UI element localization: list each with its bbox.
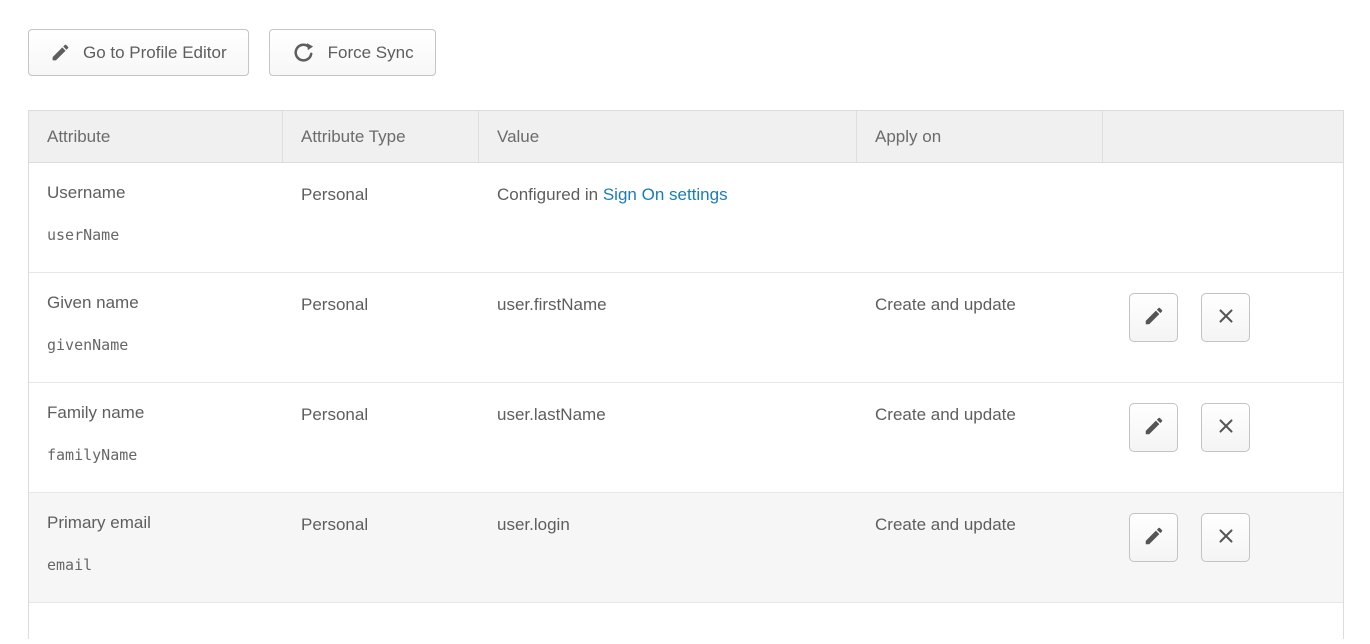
table-header-row: Attribute Attribute Type Value Apply on bbox=[29, 111, 1343, 163]
actions-cell bbox=[1103, 383, 1343, 492]
pencil-icon bbox=[1143, 525, 1165, 550]
table-row: Family name familyName Personal user.las… bbox=[29, 383, 1343, 493]
table-row: Given name givenName Personal user.first… bbox=[29, 273, 1343, 383]
column-header-attribute-type: Attribute Type bbox=[283, 111, 479, 162]
edit-attribute-button[interactable] bbox=[1129, 513, 1178, 562]
attribute-variable-name: givenName bbox=[47, 336, 265, 354]
delete-attribute-button[interactable] bbox=[1201, 403, 1250, 452]
value-cell: user.login bbox=[479, 493, 857, 602]
actions-cell-empty bbox=[1103, 163, 1343, 272]
apply-on-cell: Create and update bbox=[857, 273, 1103, 382]
attribute-display-name: Given name bbox=[47, 293, 265, 313]
attribute-cell: Given name givenName bbox=[29, 273, 283, 382]
toolbar: Go to Profile Editor Force Sync bbox=[28, 29, 1370, 76]
attribute-type-cell: Personal bbox=[283, 493, 479, 602]
value-cell: user.lastName bbox=[479, 383, 857, 492]
attribute-mappings-table: Attribute Attribute Type Value Apply on … bbox=[28, 110, 1344, 603]
table-row-partial bbox=[28, 603, 1344, 639]
actions-cell bbox=[1103, 273, 1343, 382]
apply-on-cell: Create and update bbox=[857, 383, 1103, 492]
delete-attribute-button[interactable] bbox=[1201, 293, 1250, 342]
edit-attribute-button[interactable] bbox=[1129, 403, 1178, 452]
attribute-cell: Family name familyName bbox=[29, 383, 283, 492]
attribute-variable-name: email bbox=[47, 556, 265, 574]
attribute-variable-name: familyName bbox=[47, 446, 265, 464]
delete-attribute-button[interactable] bbox=[1201, 513, 1250, 562]
close-icon bbox=[1215, 305, 1237, 330]
table-row: Primary email email Personal user.login … bbox=[29, 493, 1343, 603]
pencil-icon bbox=[1143, 415, 1165, 440]
sign-on-settings-link[interactable]: Sign On settings bbox=[603, 185, 728, 204]
go-to-profile-editor-button[interactable]: Go to Profile Editor bbox=[28, 29, 249, 76]
refresh-icon bbox=[291, 40, 316, 65]
value-cell: user.firstName bbox=[479, 273, 857, 382]
go-to-profile-editor-label: Go to Profile Editor bbox=[83, 43, 227, 63]
attribute-cell: Primary email email bbox=[29, 493, 283, 602]
value-prefix-text: Configured in bbox=[497, 185, 603, 204]
column-header-value: Value bbox=[479, 111, 857, 162]
close-icon bbox=[1215, 525, 1237, 550]
attribute-variable-name: userName bbox=[47, 226, 265, 244]
pencil-icon bbox=[1143, 305, 1165, 330]
edit-attribute-button[interactable] bbox=[1129, 293, 1178, 342]
close-icon bbox=[1215, 415, 1237, 440]
attribute-display-name: Username bbox=[47, 183, 265, 203]
attribute-type-cell: Personal bbox=[283, 273, 479, 382]
attribute-cell: Username userName bbox=[29, 163, 283, 272]
column-header-apply-on: Apply on bbox=[857, 111, 1103, 162]
force-sync-label: Force Sync bbox=[328, 43, 414, 63]
attribute-type-cell: Personal bbox=[283, 383, 479, 492]
apply-on-cell bbox=[857, 163, 1103, 272]
attribute-type-cell: Personal bbox=[283, 163, 479, 272]
actions-cell bbox=[1103, 493, 1343, 602]
attribute-display-name: Family name bbox=[47, 403, 265, 423]
apply-on-cell: Create and update bbox=[857, 493, 1103, 602]
pencil-icon bbox=[50, 42, 71, 63]
attribute-display-name: Primary email bbox=[47, 513, 265, 533]
column-header-attribute: Attribute bbox=[29, 111, 283, 162]
table-row: Username userName Personal Configured in… bbox=[29, 163, 1343, 273]
force-sync-button[interactable]: Force Sync bbox=[269, 29, 436, 76]
attribute-mappings-page: Go to Profile Editor Force Sync Attribut… bbox=[0, 0, 1370, 639]
column-header-actions bbox=[1103, 111, 1343, 162]
value-cell: Configured in Sign On settings bbox=[479, 163, 857, 272]
